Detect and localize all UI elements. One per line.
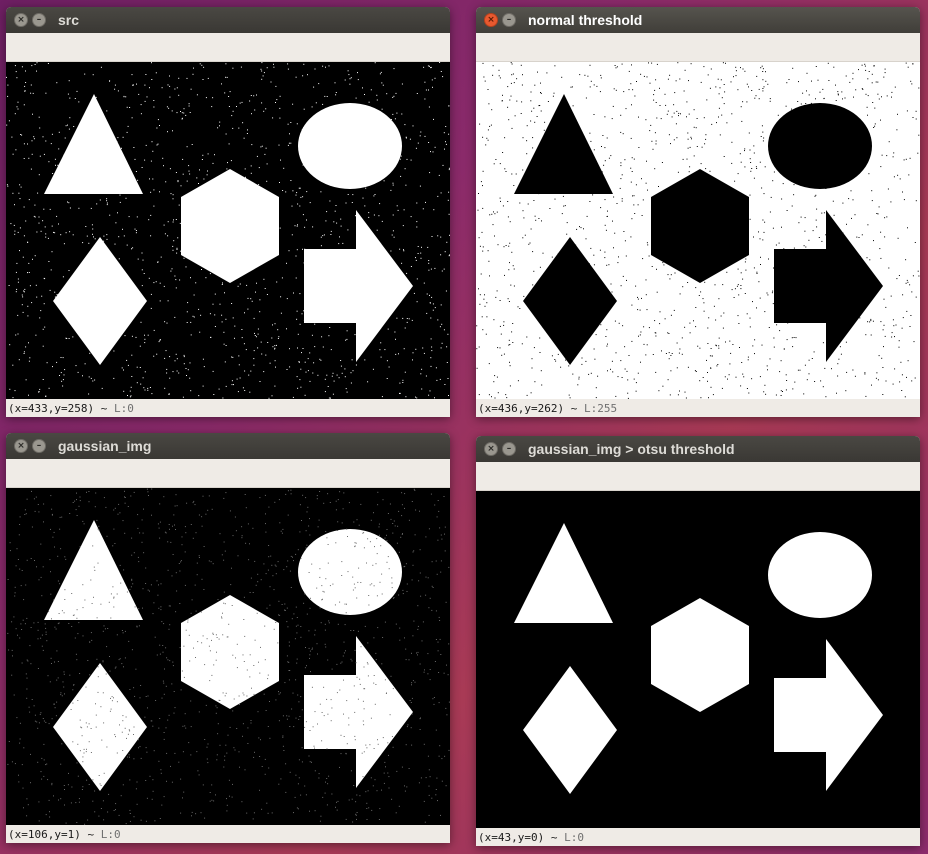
status-coords: (x=436,y=262) <box>478 402 565 415</box>
status-sep: ~ <box>550 831 558 844</box>
toolbar-gaussian-otsu <box>476 462 920 491</box>
window-title: normal threshold <box>528 12 643 28</box>
image-canvas-normal-threshold[interactable] <box>476 62 920 399</box>
window-gaussian-img: × – gaussian_img (x=106,y=1) ~ L:0 <box>6 433 450 843</box>
image-canvas-gaussian-img[interactable] <box>6 488 450 825</box>
ellipse-shape <box>298 103 402 189</box>
image-canvas-gaussian-otsu[interactable] <box>476 491 920 828</box>
toolbar-src <box>6 33 450 62</box>
status-value: L:0 <box>564 831 584 844</box>
window-title: src <box>58 12 80 28</box>
status-value: L:255 <box>583 402 618 415</box>
status-sep: ~ <box>570 402 578 415</box>
window-gaussian-otsu: × – gaussian_img > otsu threshold (x=43,… <box>476 436 920 846</box>
ellipse-shape <box>298 529 402 615</box>
ellipse-shape <box>768 103 872 189</box>
status-sep: ~ <box>87 828 95 841</box>
close-icon[interactable]: × <box>484 442 498 456</box>
close-icon[interactable]: × <box>484 13 498 27</box>
status-bar-gaussian-img: (x=106,y=1) ~ L:0 <box>6 825 450 843</box>
window-title: gaussian_img <box>58 438 152 454</box>
window-src: × – src (x=433,y=258) ~ L:0 <box>6 7 450 417</box>
status-bar-src: (x=433,y=258) ~ L:0 <box>6 399 450 417</box>
close-icon[interactable]: × <box>14 13 28 27</box>
title-bar-src[interactable]: × – src <box>6 7 450 33</box>
status-coords: (x=43,y=0) <box>478 831 545 844</box>
image-canvas-src[interactable] <box>6 62 450 399</box>
title-bar-normal-threshold[interactable]: × – normal threshold <box>476 7 920 33</box>
status-coords: (x=106,y=1) <box>8 828 81 841</box>
title-bar-gaussian-img[interactable]: × – gaussian_img <box>6 433 450 459</box>
status-sep: ~ <box>100 402 108 415</box>
close-icon[interactable]: × <box>14 439 28 453</box>
status-bar-normal-threshold: (x=436,y=262) ~ L:255 <box>476 399 920 417</box>
status-bar-gaussian-otsu: (x=43,y=0) ~ L:0 <box>476 828 920 846</box>
minimize-icon[interactable]: – <box>32 13 46 27</box>
minimize-icon[interactable]: – <box>502 13 516 27</box>
title-bar-gaussian-otsu[interactable]: × – gaussian_img > otsu threshold <box>476 436 920 462</box>
toolbar-normal-threshold <box>476 33 920 62</box>
status-value: L:0 <box>100 828 121 841</box>
status-value: L:0 <box>113 402 134 415</box>
window-title: gaussian_img > otsu threshold <box>528 441 735 457</box>
toolbar-gaussian-img <box>6 459 450 488</box>
ellipse-shape <box>768 532 872 618</box>
minimize-icon[interactable]: – <box>32 439 46 453</box>
status-coords: (x=433,y=258) <box>8 402 95 415</box>
window-normal-threshold: × – normal threshold (x=436,y=262) ~ L:2… <box>476 7 920 417</box>
minimize-icon[interactable]: – <box>502 442 516 456</box>
